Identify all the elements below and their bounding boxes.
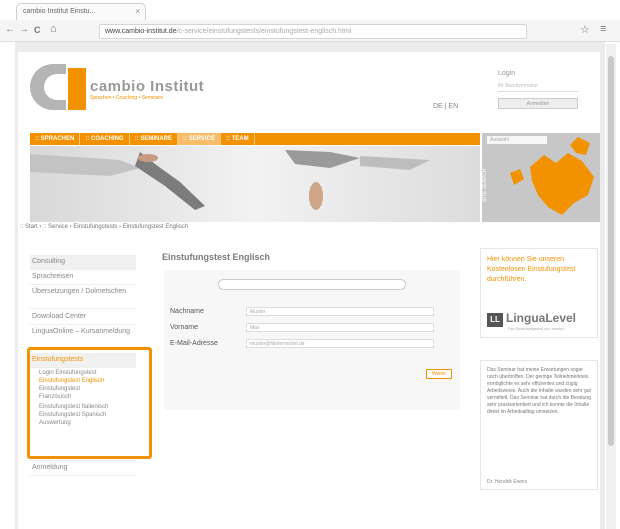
browser-window: cambio Institut Einstu... × ← → C ⌂ www.… (0, 0, 620, 529)
testimonial-author: Dr. Hendrik Ewers (487, 479, 528, 485)
promo-text[interactable]: Hier können Sie unseren Kostenlosen Eins… (487, 255, 587, 285)
tab-title: cambio Institut Einstu... (23, 8, 96, 15)
menu-item-coaching[interactable]: :: COACHING (80, 133, 130, 145)
forward-icon[interactable]: → (19, 24, 29, 35)
back-icon[interactable]: ← (5, 24, 15, 35)
firstname-label: Vorname (170, 324, 199, 331)
login-username-field[interactable]: Ihr Benutzername (498, 83, 578, 92)
map-side-label: SITE SEARCH (482, 168, 488, 202)
login-title: Login (498, 70, 516, 77)
bookmark-star-icon[interactable]: ☆ (580, 23, 590, 36)
logo-c-inner (44, 74, 66, 100)
menu-item-sprachen[interactable]: :: SPRACHEN (30, 133, 81, 145)
next-button[interactable]: Weiter (426, 369, 452, 379)
url-path: /c-service/einstufungstests/einstufungst… (176, 28, 352, 35)
logo-i-shape (68, 68, 86, 110)
menu-item-service[interactable]: :: SERVICE (178, 133, 221, 145)
menu-item-seminare[interactable]: :: SEMINARE (130, 133, 179, 145)
europe-map[interactable] (482, 133, 600, 222)
url-host: www.cambio-institut.de (105, 28, 177, 35)
map-region-select[interactable]: Auswahl (487, 136, 547, 144)
firstname-field[interactable]: Max (246, 323, 434, 332)
sidebar-item-linguaonline[interactable]: LinguaOnline – Kursanmeldung (30, 325, 136, 349)
address-bar[interactable]: www.cambio-institut.de/c-service/einstuf… (99, 24, 527, 39)
sidebar-item-consulting[interactable]: Consulting (30, 255, 136, 270)
hero-image (30, 146, 480, 222)
home-icon[interactable]: ⌂ (50, 23, 57, 35)
email-label: E-Mail-Adresse (170, 340, 218, 347)
lingualevel-logo[interactable]: LinguaLevel (506, 311, 576, 325)
lingualevel-logo-icon: LL (487, 313, 503, 327)
reload-icon[interactable]: C (34, 25, 41, 35)
testimonial-box: Das Seminar hat meine Erwartungen sogar … (480, 360, 598, 490)
progress-bar (218, 279, 406, 290)
sidebar-item-download-center[interactable]: Download Center (30, 310, 136, 325)
menu-item-team[interactable]: :: TEAM (221, 133, 255, 145)
page-title: Einstufungstest Englisch (162, 252, 271, 262)
sidebar-item-anmeldung[interactable]: Anmeldung (30, 460, 136, 476)
logo-subtitle: Sprachen • Coaching • Seminare (90, 95, 163, 101)
main-menu: :: SPRACHEN:: COACHING:: SEMINARE:: SERV… (30, 133, 480, 145)
tab-close-icon[interactable]: × (135, 7, 140, 16)
lingualevel-subtitle: Der Einstufungstest von cambio (508, 326, 565, 331)
email-field[interactable]: muster@fitintermodel.de (246, 339, 434, 348)
sidebar-item-uebersetzungen[interactable]: Übersetzungen / Dolmetschen (30, 285, 136, 309)
lastname-label: Nachname (170, 308, 204, 315)
lastname-field[interactable]: Muster (246, 307, 434, 316)
browser-tab[interactable]: cambio Institut Einstu... × (16, 3, 146, 20)
login-button[interactable]: Anmelden (498, 98, 578, 109)
highlight-annotation-box (27, 347, 152, 459)
scrollbar-thumb[interactable] (608, 56, 614, 446)
sidebar-item-sprachreisen[interactable]: Sprachreisen (30, 270, 136, 285)
breadcrumb[interactable]: :: Start › :: Service › Einstufungstests… (20, 224, 188, 230)
language-switch[interactable]: DE | EN (433, 103, 458, 110)
logo-title[interactable]: cambio Institut (90, 78, 204, 95)
browser-menu-icon[interactable]: ≡ (600, 23, 606, 35)
testimonial-text: Das Seminar hat meine Erwartungen sogar … (487, 367, 591, 415)
